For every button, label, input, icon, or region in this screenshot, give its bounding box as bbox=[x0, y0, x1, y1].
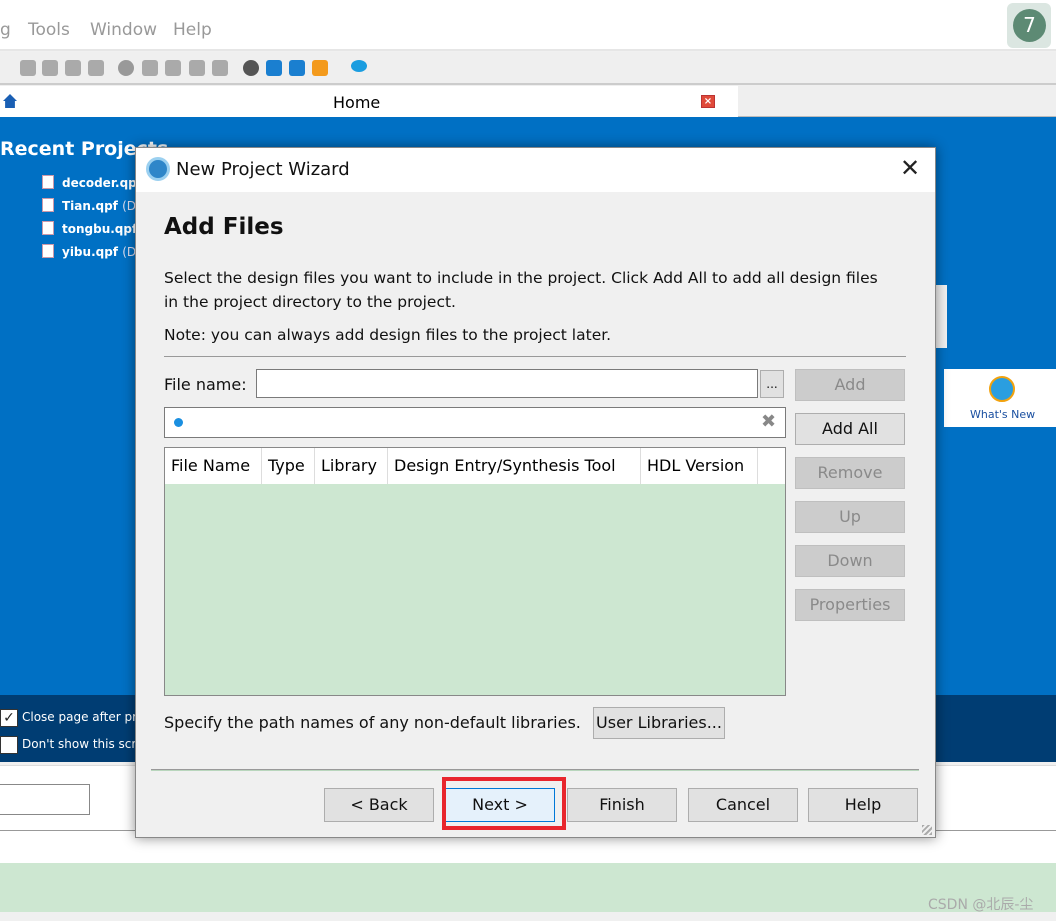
toolbar bbox=[0, 52, 1056, 85]
recent-project[interactable]: tongbu.qpf bbox=[42, 221, 137, 236]
edit-icon[interactable] bbox=[20, 60, 36, 76]
description-line-2: in the project directory to the project. bbox=[164, 293, 456, 311]
menu-item-debugging[interactable]: g bbox=[0, 20, 11, 40]
tab-home[interactable]: Home × bbox=[0, 86, 738, 117]
dialog-title: New Project Wizard bbox=[176, 159, 350, 180]
close-page-checkbox[interactable]: ✓ bbox=[0, 709, 18, 727]
wizard-app-icon bbox=[146, 157, 170, 181]
column-type[interactable]: Type bbox=[262, 448, 315, 484]
menu-item-window[interactable]: Window bbox=[90, 20, 157, 40]
back-button[interactable]: < Back bbox=[324, 788, 434, 822]
clear-filter-icon[interactable]: ✖ bbox=[761, 411, 776, 432]
chat-icon[interactable] bbox=[351, 60, 367, 72]
resize-grip-icon[interactable] bbox=[922, 825, 932, 835]
add-button[interactable]: Add bbox=[795, 369, 905, 401]
elaboration-icon[interactable] bbox=[65, 60, 81, 76]
down-button[interactable]: Down bbox=[795, 545, 905, 577]
new-project-wizard-dialog: New Project Wizard ✕ Add Files Select th… bbox=[135, 147, 936, 838]
files-table[interactable]: File Name Type Library Design Entry/Synt… bbox=[164, 447, 786, 696]
project-file-icon bbox=[42, 221, 54, 235]
timing-icon[interactable] bbox=[243, 60, 259, 76]
programmer-icon[interactable] bbox=[289, 60, 305, 76]
column-file-name[interactable]: File Name bbox=[165, 448, 262, 484]
globe-icon bbox=[989, 376, 1015, 402]
column-design-entry-tool[interactable]: Design Entry/Synthesis Tool bbox=[388, 448, 641, 484]
home-icon bbox=[3, 94, 17, 108]
properties-button[interactable]: Properties bbox=[795, 589, 905, 621]
description-line-1: Select the design files you want to incl… bbox=[164, 269, 878, 287]
add-all-button[interactable]: Add All bbox=[795, 413, 905, 445]
highlight-box bbox=[442, 777, 566, 830]
close-dialog-icon[interactable]: ✕ bbox=[900, 154, 920, 182]
dont-show-checkbox[interactable] bbox=[0, 736, 18, 754]
menu-bar: g Tools Window Help bbox=[0, 0, 1056, 51]
file-name-label: File name: bbox=[164, 375, 247, 394]
notification-badge[interactable]: 7 bbox=[1007, 3, 1051, 48]
search-icon bbox=[174, 418, 183, 427]
start-icon[interactable] bbox=[142, 60, 158, 76]
dialog-title-bar: New Project Wizard ✕ bbox=[136, 148, 935, 192]
close-page-label: Close page after pr bbox=[22, 710, 138, 724]
assembler-icon[interactable] bbox=[212, 60, 228, 76]
netlist-icon[interactable] bbox=[266, 60, 282, 76]
project-file-icon bbox=[42, 175, 54, 189]
lower-input[interactable] bbox=[0, 784, 90, 815]
recent-project[interactable]: yibu.qpf (D: bbox=[42, 244, 140, 259]
recent-project[interactable]: decoder.qpf bbox=[42, 175, 142, 190]
synthesis-icon[interactable] bbox=[88, 60, 104, 76]
recent-project[interactable]: Tian.qpf (D: bbox=[42, 198, 140, 213]
tab-title: Home bbox=[333, 93, 381, 112]
chip-planner-icon[interactable] bbox=[312, 60, 328, 76]
footer-separator bbox=[151, 769, 919, 771]
column-hdl-version[interactable]: HDL Version bbox=[641, 448, 758, 484]
filter-input[interactable]: ✖ bbox=[164, 407, 786, 438]
analysis-elaboration-icon[interactable] bbox=[165, 60, 181, 76]
watermark: CSDN @北辰-尘 bbox=[928, 897, 1034, 913]
dont-show-label: Don't show this scr bbox=[22, 737, 137, 751]
finish-button[interactable]: Finish bbox=[567, 788, 677, 822]
analysis-icon[interactable] bbox=[42, 60, 58, 76]
browse-button[interactable]: ... bbox=[760, 370, 784, 398]
message-area bbox=[0, 863, 1056, 912]
whats-new-button[interactable]: What's New bbox=[944, 369, 1056, 427]
badge-count: 7 bbox=[1013, 9, 1046, 42]
libraries-label: Specify the path names of any non-defaul… bbox=[164, 713, 581, 732]
whats-new-label: What's New bbox=[970, 408, 1036, 421]
column-library[interactable]: Library bbox=[315, 448, 388, 484]
fitter-icon[interactable] bbox=[189, 60, 205, 76]
cancel-button[interactable]: Cancel bbox=[688, 788, 798, 822]
menu-item-tools[interactable]: Tools bbox=[28, 20, 70, 40]
close-tab-icon[interactable]: × bbox=[701, 95, 715, 108]
project-file-icon bbox=[42, 244, 54, 258]
stop-icon[interactable] bbox=[118, 60, 134, 76]
separator bbox=[164, 356, 906, 357]
remove-button[interactable]: Remove bbox=[795, 457, 905, 489]
page-heading: Add Files bbox=[164, 214, 284, 240]
up-button[interactable]: Up bbox=[795, 501, 905, 533]
note-text: Note: you can always add design files to… bbox=[164, 326, 612, 344]
menu-item-help[interactable]: Help bbox=[173, 20, 212, 40]
help-button[interactable]: Help bbox=[808, 788, 918, 822]
user-libraries-button[interactable]: User Libraries... bbox=[593, 707, 725, 739]
project-file-icon bbox=[42, 198, 54, 212]
column-filler bbox=[758, 448, 785, 484]
file-name-input[interactable] bbox=[256, 369, 758, 398]
